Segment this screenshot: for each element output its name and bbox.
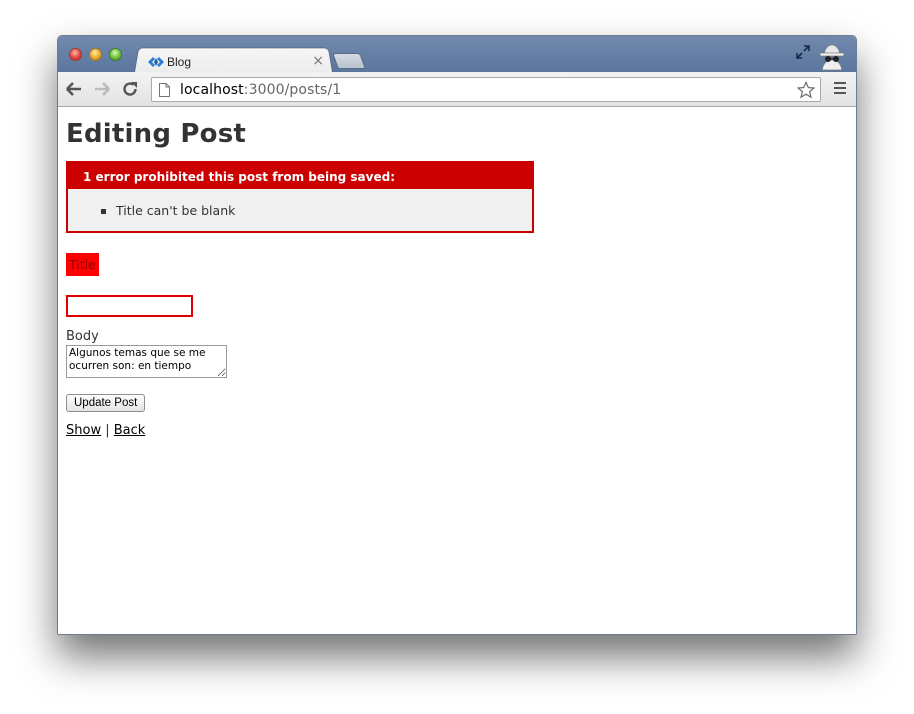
tab-close-icon[interactable]: × [312,53,324,69]
error-heading: 1 error prohibited this post from being … [68,163,532,189]
incognito-icon [819,44,845,71]
title-input[interactable] [66,295,193,317]
new-tab-button[interactable] [332,53,366,69]
error-list: Title can't be blank [68,189,532,231]
chrome-menu-icon[interactable] [834,82,846,96]
browser-toolbar: localhost:3000/posts/1 [58,72,856,107]
title-label: Title [66,253,99,276]
page-icon [159,82,170,97]
forward-arrow-icon [95,82,110,96]
reload-icon [123,82,137,96]
zoom-window-button[interactable] [109,48,122,61]
back-button[interactable] [64,79,84,99]
tab-title: Blog [167,55,192,69]
minimize-window-button[interactable] [89,48,102,61]
url-host: localhost [180,81,244,98]
link-separator: | [105,423,110,438]
error-item: Title can't be blank [101,203,532,218]
title-bar: Blog × [58,36,856,74]
page-title: Editing Post [66,119,247,149]
bookmark-star-icon[interactable] [797,81,815,99]
body-label: Body [66,329,99,344]
back-arrow-icon [66,82,81,96]
body-textarea[interactable]: Algunos temas que se me ocurren son: en … [66,345,227,378]
reload-button[interactable] [120,79,140,99]
close-window-button[interactable] [69,48,82,61]
back-link[interactable]: Back [114,423,146,438]
page-content: Editing Post 1 error prohibited this pos… [58,107,856,634]
blog-favicon-icon [148,57,164,67]
address-bar[interactable]: localhost:3000/posts/1 [151,77,821,102]
update-post-button[interactable]: Update Post [66,394,146,412]
forward-button[interactable] [92,79,112,99]
url-text: localhost:3000/posts/1 [180,82,341,98]
error-explanation: 1 error prohibited this post from being … [66,161,534,233]
footer-links: Show | Back [66,423,848,438]
url-path: :3000/posts/1 [243,81,342,98]
browser-tab-content[interactable]: Blog × [146,52,326,72]
fullscreen-icon[interactable] [795,44,811,60]
browser-window: Blog × localhost:3000/posts/1 Editing Po… [57,35,857,635]
show-link[interactable]: Show [66,423,101,438]
